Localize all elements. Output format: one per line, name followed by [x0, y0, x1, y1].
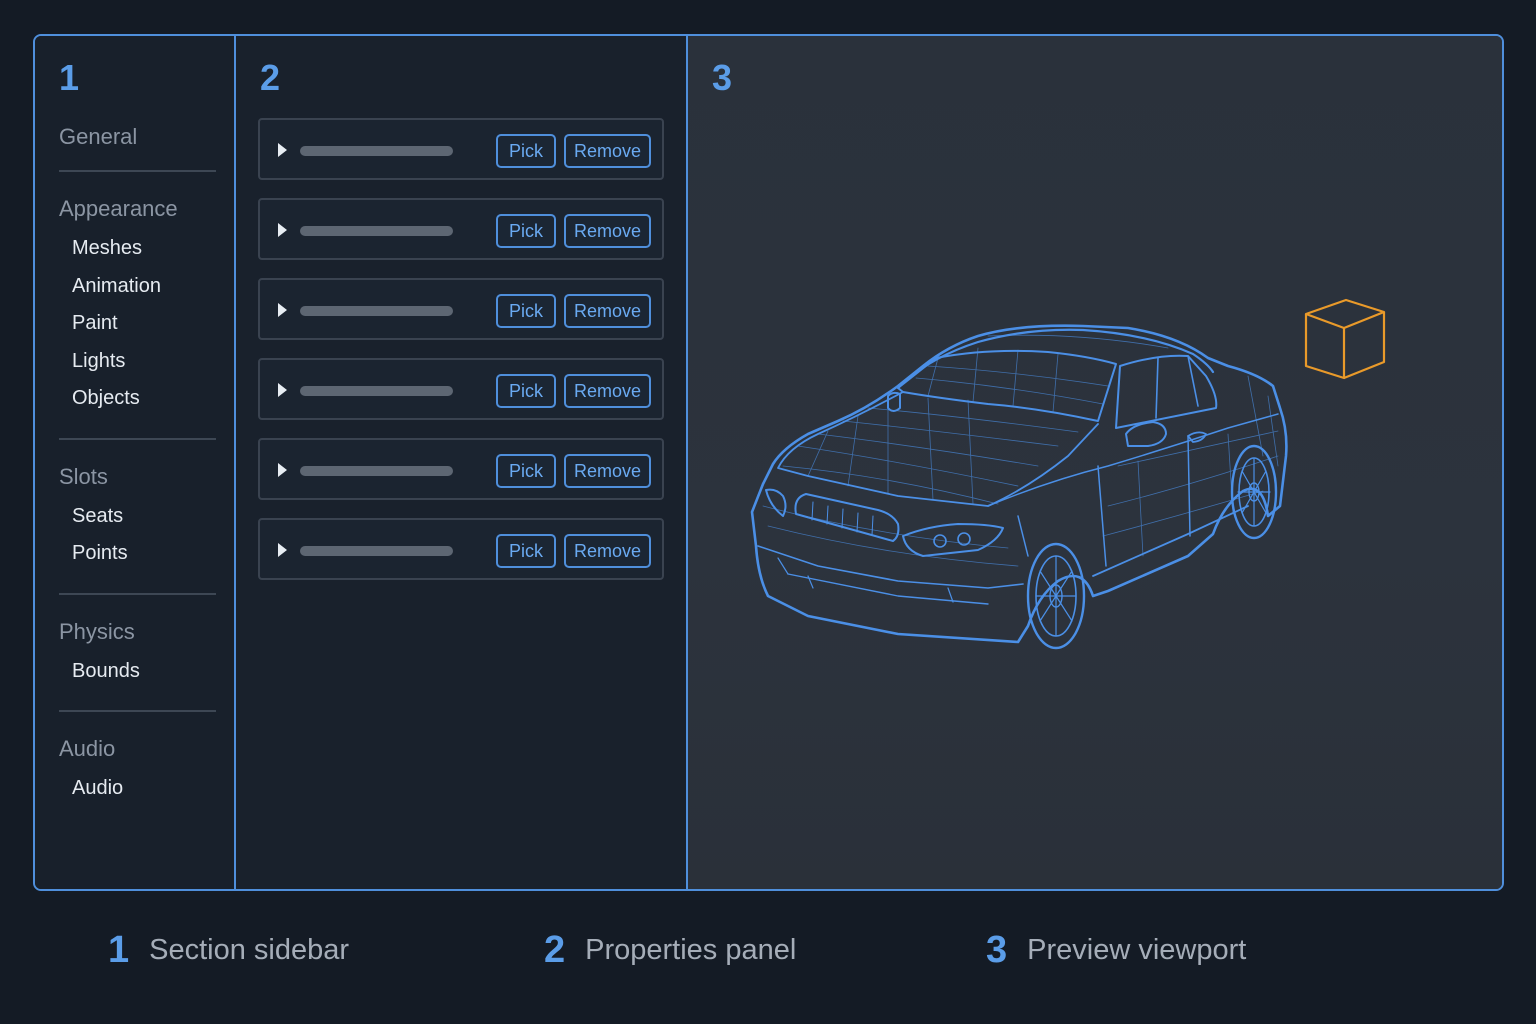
sidebar-group-appearance: Appearance Meshes Animation Paint Lights… — [59, 194, 216, 440]
property-row: Pick Remove — [258, 198, 664, 260]
sidebar-group-title[interactable]: Physics — [59, 617, 216, 647]
viewport-canvas[interactable] — [688, 36, 1502, 889]
property-value-placeholder — [300, 546, 453, 556]
property-row: Pick Remove — [258, 118, 664, 180]
legend-number: 2 — [544, 928, 566, 971]
property-row: Pick Remove — [258, 438, 664, 500]
sidebar-group-general: General — [59, 122, 216, 172]
expand-caret-icon[interactable] — [278, 143, 287, 157]
legend-item-section-sidebar: 1 Section sidebar — [108, 928, 349, 972]
sidebar-group-audio: Audio Audio — [59, 734, 216, 812]
sidebar-item-meshes[interactable]: Meshes — [59, 234, 216, 272]
sidebar-group-physics: Physics Bounds — [59, 617, 216, 712]
remove-button[interactable]: Remove — [564, 374, 651, 408]
property-value-placeholder — [300, 466, 453, 476]
legend-item-properties-panel: 2 Properties panel — [544, 928, 796, 972]
property-value-placeholder — [300, 146, 453, 156]
sidebar-number: 1 — [59, 57, 80, 98]
legend-number: 3 — [986, 928, 1008, 971]
editor-frame: 1 General Appearance Meshes Animation Pa… — [33, 34, 1504, 891]
remove-button[interactable]: Remove — [564, 294, 651, 328]
sidebar-divider — [59, 170, 216, 172]
expand-caret-icon[interactable] — [278, 463, 287, 477]
remove-button[interactable]: Remove — [564, 134, 651, 168]
pick-button[interactable]: Pick — [496, 294, 556, 328]
legend-label: Properties panel — [585, 933, 797, 966]
car-wireframe-icon[interactable] — [750, 324, 1288, 650]
sidebar-group-title[interactable]: Slots — [59, 462, 216, 492]
property-row: Pick Remove — [258, 518, 664, 580]
pick-button[interactable]: Pick — [496, 454, 556, 488]
property-row: Pick Remove — [258, 358, 664, 420]
remove-button[interactable]: Remove — [564, 214, 651, 248]
sidebar-divider — [59, 710, 216, 712]
properties-number: 2 — [260, 57, 281, 98]
preview-viewport[interactable]: 3 — [688, 36, 1502, 889]
expand-caret-icon[interactable] — [278, 303, 287, 317]
remove-button[interactable]: Remove — [564, 454, 651, 488]
sidebar-item-seats[interactable]: Seats — [59, 502, 216, 540]
legend-label: Preview viewport — [1027, 933, 1247, 966]
legend-item-preview-viewport: 3 Preview viewport — [986, 928, 1246, 972]
legend-label: Section sidebar — [149, 933, 350, 966]
sidebar-group-title[interactable]: Audio — [59, 734, 216, 764]
pick-button[interactable]: Pick — [496, 374, 556, 408]
sidebar-item-bounds[interactable]: Bounds — [59, 657, 216, 695]
property-value-placeholder — [300, 226, 453, 236]
sidebar-divider — [59, 592, 216, 595]
sidebar-item-animation[interactable]: Animation — [59, 272, 216, 310]
expand-caret-icon[interactable] — [278, 383, 287, 397]
sidebar-item-lights[interactable]: Lights — [59, 347, 216, 385]
sidebar-group-slots: Slots Seats Points — [59, 462, 216, 595]
property-row: Pick Remove — [258, 278, 664, 340]
pick-button[interactable]: Pick — [496, 134, 556, 168]
properties-panel: 2 Pick Remove Pick Remove Pick Remove Pi… — [236, 36, 688, 889]
sidebar-item-paint[interactable]: Paint — [59, 309, 216, 347]
remove-button[interactable]: Remove — [564, 534, 651, 568]
sidebar-group-title[interactable]: General — [59, 122, 216, 152]
sidebar-item-objects[interactable]: Objects — [59, 384, 216, 422]
sidebar-list: General Appearance Meshes Animation Pain… — [59, 122, 216, 812]
sidebar-item-points[interactable]: Points — [59, 539, 216, 577]
sidebar-group-title[interactable]: Appearance — [59, 194, 216, 224]
expand-caret-icon[interactable] — [278, 543, 287, 557]
property-value-placeholder — [300, 306, 453, 316]
pick-button[interactable]: Pick — [496, 534, 556, 568]
section-sidebar: 1 General Appearance Meshes Animation Pa… — [35, 36, 236, 889]
expand-caret-icon[interactable] — [278, 223, 287, 237]
legend-number: 1 — [108, 928, 130, 971]
property-value-placeholder — [300, 386, 453, 396]
property-rows: Pick Remove Pick Remove Pick Remove Pick… — [258, 118, 664, 598]
cube-icon[interactable] — [1304, 298, 1386, 380]
sidebar-divider — [59, 437, 216, 440]
sidebar-item-audio[interactable]: Audio — [59, 774, 216, 812]
pick-button[interactable]: Pick — [496, 214, 556, 248]
